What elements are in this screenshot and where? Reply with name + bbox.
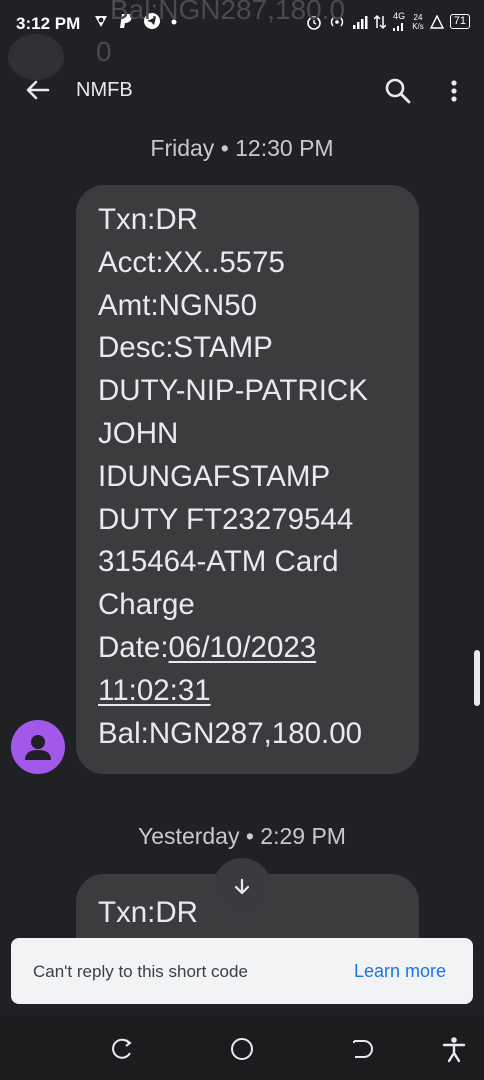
app-icon [95,16,107,27]
cannot-reply-banner: Can't reply to this short code Learn mor… [11,938,473,1004]
arrow-down-icon [234,878,250,895]
message-line: DUTY FT23279544 [98,502,354,536]
search-icon[interactable] [382,75,414,107]
scroll-to-bottom-button[interactable] [213,858,271,916]
message-balance-line: Bal:NGN287,180.00 [98,716,363,750]
conversation-title: NMFB [76,79,133,101]
message-line: Charge [98,588,195,622]
warning-icon [429,14,444,29]
net-speed-value: 24 [413,12,423,22]
message-line: JOHN [98,416,179,450]
signal-4g-icon: 4G [392,12,406,31]
message-line: Acct:XX..5575 [98,245,285,279]
top-app-bar: NMFB [0,60,484,124]
person-icon [25,735,51,760]
message-line: 315464-ATM Card [98,545,339,579]
message-time-line: 11:02:31 [98,670,397,713]
status-time: 3:12 PM [16,14,81,33]
back-nav-icon[interactable] [347,1034,377,1064]
message-line: IDUNGAFSTAMP [98,459,331,493]
sender-avatar[interactable] [11,720,65,774]
message-bubble[interactable]: Txn:DR Acct:XX..5575 Amt:NGN50 Desc:STAM… [76,185,419,774]
battery-icon: 71 [449,14,470,29]
data-icon [374,14,387,29]
recents-icon[interactable] [107,1034,137,1064]
system-navigation-bar [0,1016,484,1080]
back-arrow-icon[interactable] [22,74,54,106]
banner-text: Can't reply to this short code [33,962,248,981]
scrollbar-thumb[interactable] [474,650,480,706]
message-date-line: Date:06/10/2023 [98,627,397,670]
signal-icon [353,15,368,29]
network-type: 4G [393,11,406,21]
ghost-preview-text: Bal:NGN287,180.0 [110,0,346,25]
message-line: Txn:DR [98,203,198,236]
learn-more-link[interactable]: Learn more [354,961,446,982]
date-link[interactable]: 06/10/2023 [169,631,317,664]
time-link[interactable]: 11:02:31 [98,674,211,707]
message-line: Desc:STAMP [98,331,273,365]
accessibility-icon[interactable] [439,1034,469,1064]
more-options-icon[interactable] [440,75,468,107]
message-timestamp: Yesterday • 2:29 PM [138,823,346,849]
message-timestamp: Friday • 12:30 PM [150,135,334,161]
net-speed: 24 K/s [412,13,424,31]
net-speed-unit: K/s [412,21,424,31]
home-icon[interactable] [227,1034,257,1064]
date-label: Date: [98,630,169,664]
message-line: Amt:NGN50 [98,288,258,322]
message-line: DUTY-NIP-PATRICK [98,374,368,408]
